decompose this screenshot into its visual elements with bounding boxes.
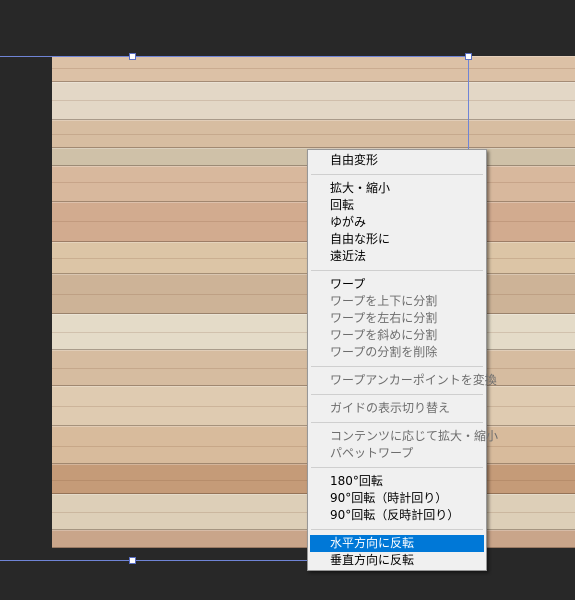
menu-item-free-transform[interactable]: 自由変形 [310, 152, 484, 169]
menu-item-split-warp-vertical[interactable]: ワープを上下に分割 [310, 293, 484, 310]
menu-item-skew[interactable]: ゆがみ [310, 214, 484, 231]
menu-item-puppet-warp[interactable]: パペットワープ [310, 445, 484, 462]
wood-plank [52, 82, 575, 120]
menu-item-warp[interactable]: ワープ [310, 276, 484, 293]
transform-handle-top-middle[interactable] [129, 53, 136, 60]
menu-item-rotate-90-cw[interactable]: 90°回転（時計回り） [310, 490, 484, 507]
menu-item-perspective[interactable]: 遠近法 [310, 248, 484, 265]
menu-item-scale[interactable]: 拡大・縮小 [310, 180, 484, 197]
menu-separator [311, 467, 483, 468]
menu-item-flip-vertical[interactable]: 垂直方向に反転 [310, 552, 484, 569]
transform-bounds-top [0, 56, 469, 57]
menu-item-rotate[interactable]: 回転 [310, 197, 484, 214]
menu-item-split-warp-horizontal[interactable]: ワープを左右に分割 [310, 310, 484, 327]
menu-item-rotate-180[interactable]: 180°回転 [310, 473, 484, 490]
menu-item-distort[interactable]: 自由な形に [310, 231, 484, 248]
menu-item-remove-warp-split[interactable]: ワープの分割を削除 [310, 344, 484, 361]
menu-separator [311, 270, 483, 271]
menu-item-toggle-guides[interactable]: ガイドの表示切り替え [310, 400, 484, 417]
menu-separator [311, 366, 483, 367]
menu-item-content-aware-scale[interactable]: コンテンツに応じて拡大・縮小 [310, 428, 498, 445]
menu-separator [311, 394, 483, 395]
transform-bounds-right [468, 56, 469, 150]
menu-item-convert-warp-anchor[interactable]: ワープアンカーポイントを変換 [310, 372, 497, 389]
menu-separator [311, 174, 483, 175]
transform-context-menu: 自由変形 拡大・縮小 回転 ゆがみ 自由な形に 遠近法 ワープ ワープを上下に分… [307, 149, 498, 571]
transform-handle-bottom-middle[interactable] [129, 557, 136, 564]
menu-item-flip-horizontal[interactable]: 水平方向に反転 [310, 535, 484, 552]
menu-item-rotate-90-ccw[interactable]: 90°回転（反時計回り） [310, 507, 484, 524]
transform-bounds-bottom [0, 560, 310, 561]
menu-separator [311, 529, 483, 530]
menu-separator [311, 422, 483, 423]
transform-handle-top-right[interactable] [465, 53, 472, 60]
menu-item-split-warp-crosswise[interactable]: ワープを斜めに分割 [310, 327, 484, 344]
